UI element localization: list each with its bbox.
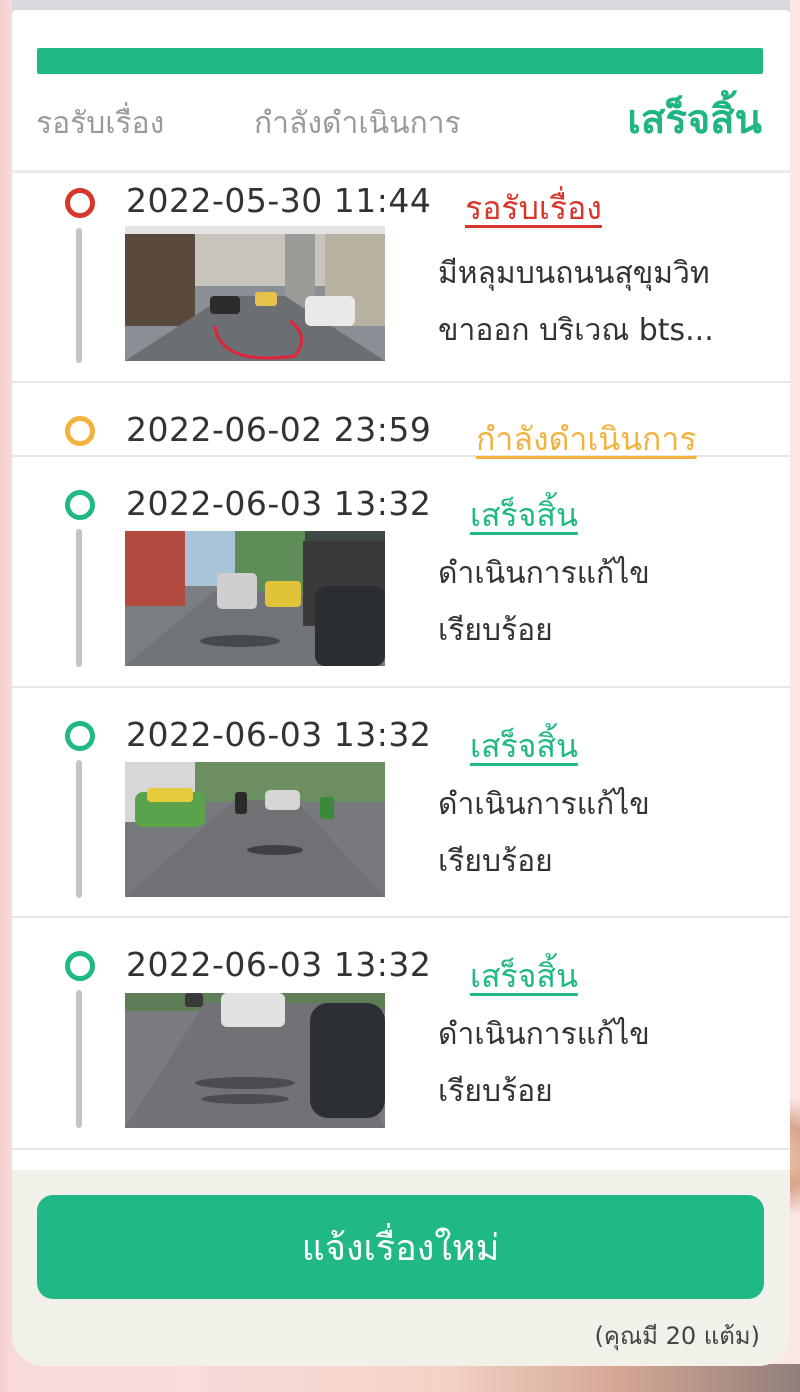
entry-description-line1: ดำเนินการแก้ไข	[438, 787, 650, 822]
entry-description-line2: ขาออก บริเวณ bts...	[438, 313, 714, 348]
timeline-entry[interactable]: 2022-05-30 11:44 รอรับเรื่อง มีหลุมบนถนน…	[12, 173, 790, 383]
timeline-line	[76, 529, 82, 667]
timeline-line	[76, 760, 82, 898]
entry-time: 2022-06-03 13:32	[126, 715, 432, 754]
entry-photo[interactable]	[125, 226, 385, 361]
entry-photo[interactable]	[125, 531, 385, 666]
timeline-line	[76, 228, 82, 363]
entry-description-line1: มีหลุมบนถนนสุขุมวิท	[438, 256, 710, 291]
entry-photo[interactable]	[125, 993, 385, 1128]
status-dot-icon	[65, 416, 95, 446]
step-pending: รอรับเรื่อง	[36, 106, 165, 141]
entry-description-line1: ดำเนินการแก้ไข	[438, 1017, 650, 1052]
status-steps: รอรับเรื่อง กำลังดำเนินการ เสร็จสิ้น	[12, 97, 790, 170]
entry-time: 2022-06-02 23:59	[126, 410, 432, 449]
timeline-line	[76, 990, 82, 1128]
timeline-entry[interactable]: 2022-06-03 13:32 เสร็จสิ้น ดำเนินการแก้ไ…	[12, 457, 790, 688]
timeline-entry[interactable]: 2022-06-02 23:59 กำลังดำเนินการ	[12, 383, 790, 458]
footer: แจ้งเรื่องใหม่ (คุณมี 20 แต้ม)	[12, 1170, 790, 1366]
entry-status-link[interactable]: เสร็จสิ้น	[470, 721, 578, 772]
status-dot-icon	[65, 490, 95, 520]
status-dot-icon	[65, 721, 95, 751]
points-balance: (คุณมี 20 แต้ม)	[594, 1322, 760, 1350]
status-card: รอรับเรื่อง กำลังดำเนินการ เสร็จสิ้น 202…	[12, 10, 790, 1366]
entry-time: 2022-06-03 13:32	[126, 945, 432, 984]
entry-time: 2022-05-30 11:44	[126, 181, 432, 220]
progress-bar	[37, 48, 763, 74]
entry-description-line2: เรียบร้อย	[438, 1074, 553, 1109]
entry-status-link[interactable]: เสร็จสิ้น	[470, 490, 578, 541]
status-dot-icon	[65, 951, 95, 981]
entry-status-link[interactable]: เสร็จสิ้น	[470, 951, 578, 1002]
new-report-button[interactable]: แจ้งเรื่องใหม่	[37, 1195, 764, 1299]
entry-description-line1: ดำเนินการแก้ไข	[438, 556, 650, 591]
entry-description-line2: เรียบร้อย	[438, 613, 553, 648]
timeline-entry[interactable]: 2022-06-03 13:32 เสร็จสิ้น ดำเนินการแก้ไ…	[12, 918, 790, 1150]
entry-time: 2022-06-03 13:32	[126, 484, 432, 523]
timeline-entry[interactable]: 2022-06-03 13:32 เสร็จสิ้น ดำเนินการแก้ไ…	[12, 688, 790, 918]
step-completed: เสร็จสิ้น	[627, 97, 762, 143]
step-in-progress: กำลังดำเนินการ	[254, 106, 461, 141]
background-decoration-bottom	[200, 1364, 800, 1392]
entry-description-line2: เรียบร้อย	[438, 844, 553, 879]
entry-photo[interactable]	[125, 762, 385, 897]
status-dot-icon	[65, 188, 95, 218]
entry-status-link[interactable]: รอรับเรื่อง	[465, 183, 602, 234]
